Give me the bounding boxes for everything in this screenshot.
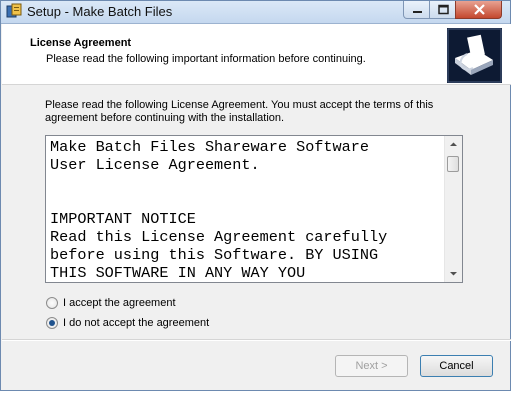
chevron-down-icon: [450, 272, 457, 276]
accept-radio[interactable]: [46, 297, 58, 309]
next-button[interactable]: Next >: [335, 355, 408, 377]
minimize-icon: [413, 11, 422, 13]
page-subtitle: Please read the following important info…: [46, 53, 366, 65]
license-text: Make Batch Files Shareware Software User…: [50, 138, 388, 282]
setup-window: Setup - Make Batch Files License Agreeme…: [0, 0, 511, 391]
maximize-button[interactable]: [429, 1, 456, 19]
accept-option[interactable]: I accept the agreement: [46, 297, 176, 309]
footer-divider: [2, 339, 511, 341]
instructions-text: Please read the following License Agreem…: [45, 99, 434, 124]
close-button[interactable]: [455, 1, 502, 19]
scroll-up-button[interactable]: [445, 136, 462, 153]
window-title: Setup - Make Batch Files: [27, 4, 173, 19]
title-bar[interactable]: Setup - Make Batch Files: [1, 1, 510, 24]
chevron-up-icon: [450, 142, 457, 146]
minimize-button[interactable]: [403, 1, 430, 19]
decline-label[interactable]: I do not accept the agreement: [63, 317, 209, 329]
decline-option[interactable]: I do not accept the agreement: [46, 317, 209, 329]
decline-radio[interactable]: [46, 317, 58, 329]
cancel-button[interactable]: Cancel: [420, 355, 493, 377]
accept-label[interactable]: I accept the agreement: [63, 297, 176, 309]
radio-selected-dot: [49, 320, 55, 326]
scroll-down-button[interactable]: [445, 265, 462, 282]
maximize-icon: [438, 4, 449, 15]
license-scrollbar[interactable]: [444, 136, 462, 282]
setup-wizard-icon: [447, 28, 502, 83]
installer-icon: [6, 3, 22, 19]
close-icon: [474, 4, 485, 15]
page-title: License Agreement: [30, 37, 132, 49]
scroll-thumb[interactable]: [447, 156, 459, 172]
wizard-header: License Agreement Please read the follow…: [2, 24, 511, 85]
license-textbox[interactable]: Make Batch Files Shareware Software User…: [45, 135, 463, 283]
